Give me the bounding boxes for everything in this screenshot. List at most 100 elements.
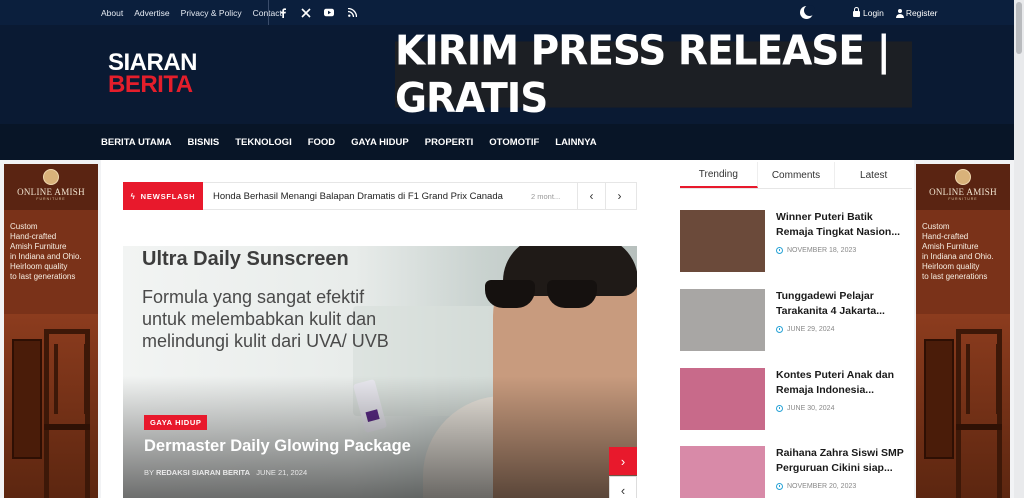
register-link[interactable]: Register bbox=[895, 7, 938, 18]
nav-item-gaya-hidup[interactable]: GAYA HIDUP bbox=[351, 137, 409, 148]
x-icon[interactable] bbox=[301, 7, 311, 18]
trending-thumbnail[interactable] bbox=[680, 289, 765, 351]
trending-title[interactable]: Winner Puteri Batik Remaja Tingkat Nasio… bbox=[776, 210, 912, 240]
nav-item-properti[interactable]: PROPERTI bbox=[425, 137, 474, 148]
tab-trending[interactable]: Trending bbox=[680, 162, 758, 188]
site-header: SIARAN BERITA KIRIM PRESS RELEASE | GRAT… bbox=[0, 25, 1014, 124]
ad-header: ONLINE AMISH FURNITURE bbox=[916, 164, 1010, 210]
advertise-link[interactable]: Advertise bbox=[134, 8, 169, 18]
ad-line: Hand-crafted bbox=[10, 232, 57, 241]
author-name[interactable]: REDAKSI SIARAN BERITA bbox=[156, 468, 250, 477]
right-side-ad[interactable]: ONLINE AMISH FURNITURE Custom Hand-craft… bbox=[916, 164, 1010, 498]
lock-icon bbox=[853, 7, 860, 17]
nav-item-teknologi[interactable]: TEKNOLOGI bbox=[235, 137, 291, 148]
newsflash-prev-button[interactable]: ‹ bbox=[577, 182, 605, 210]
hero-meta: BY REDAKSI SIARAN BERITA JUNE 21, 2024 bbox=[144, 468, 307, 477]
ad-brand-sub: FURNITURE bbox=[948, 197, 978, 201]
hero-image-text: Formula yang sangat efektif untuk melemb… bbox=[142, 287, 389, 351]
ad-line: Amish Furniture bbox=[922, 242, 979, 251]
trending-title[interactable]: Raihana Zahra Siswi SMP Perguruan Cikini… bbox=[776, 446, 912, 476]
ad-line: Custom bbox=[922, 222, 950, 231]
trending-item[interactable]: Winner Puteri Batik Remaja Tingkat Nasio… bbox=[680, 210, 912, 272]
slider-next-button[interactable]: › bbox=[609, 447, 637, 475]
trending-date: NOVEMBER 20, 2023 bbox=[776, 483, 856, 490]
trending-title[interactable]: Kontes Puteri Anak dan Remaja Indonesia.… bbox=[776, 368, 912, 398]
nav-item-food[interactable]: FOOD bbox=[308, 137, 335, 148]
youtube-icon[interactable] bbox=[324, 8, 334, 18]
ad-line: in Indiana and Ohio. bbox=[10, 252, 82, 261]
ad-brand: ONLINE AMISH bbox=[17, 187, 85, 197]
scrollbar-thumb[interactable] bbox=[1016, 2, 1022, 54]
privacy-policy-link[interactable]: Privacy & Policy bbox=[181, 8, 242, 18]
hero-image-heading: Ultra Daily Sunscreen bbox=[142, 248, 349, 270]
trending-thumbnail[interactable] bbox=[680, 210, 765, 272]
ad-line: Hand-crafted bbox=[922, 232, 969, 241]
newsflash-ticker: ϟ NEWSFLASH Honda Berhasil Menangi Balap… bbox=[123, 182, 637, 210]
ad-line: Amish Furniture bbox=[10, 242, 67, 251]
trending-thumbnail[interactable] bbox=[680, 446, 765, 498]
slider-prev-button[interactable]: ‹ bbox=[609, 476, 637, 498]
facebook-icon[interactable] bbox=[278, 7, 288, 18]
shelf-image bbox=[924, 339, 954, 459]
social-links bbox=[268, 0, 357, 25]
nav-item-lainnya[interactable]: LAINNYA bbox=[555, 137, 596, 148]
trending-date: JUNE 30, 2024 bbox=[776, 405, 834, 412]
lightning-icon: ϟ bbox=[130, 191, 136, 201]
nav-item-bisnis[interactable]: BISNIS bbox=[188, 137, 220, 148]
clock-icon bbox=[776, 483, 783, 490]
trending-thumbnail[interactable] bbox=[680, 368, 765, 430]
trending-date: JUNE 29, 2024 bbox=[776, 326, 834, 333]
register-label: Register bbox=[905, 7, 938, 18]
trending-date: NOVEMBER 18, 2023 bbox=[776, 247, 856, 254]
nav-item-berita-utama[interactable]: BERITA UTAMA bbox=[101, 137, 172, 148]
ad-header: ONLINE AMISH FURNITURE bbox=[4, 164, 98, 210]
sidebar-tabs: Trending Comments Latest bbox=[680, 162, 912, 189]
category-badge[interactable]: GAYA HIDUP bbox=[144, 415, 208, 430]
trending-title[interactable]: Tunggadewi Pelajar Tarakanita 4 Jakarta.… bbox=[776, 289, 912, 319]
shelf-image bbox=[12, 339, 42, 459]
ad-line: in Indiana and Ohio. bbox=[922, 252, 994, 261]
hero-title[interactable]: Dermaster Daily Glowing Package bbox=[144, 437, 411, 456]
top-right: Login Register bbox=[800, 0, 937, 25]
ad-line: to last generations bbox=[922, 272, 988, 281]
ad-line: Custom bbox=[10, 222, 38, 231]
ad-line: Heirloom quality bbox=[922, 262, 980, 271]
clock-icon bbox=[776, 405, 783, 412]
about-link[interactable]: About bbox=[101, 8, 123, 18]
login-link[interactable]: Login bbox=[853, 7, 884, 18]
trending-item[interactable]: Kontes Puteri Anak dan Remaja Indonesia.… bbox=[680, 368, 912, 430]
tab-latest[interactable]: Latest bbox=[835, 162, 912, 188]
post-date: JUNE 21, 2024 bbox=[256, 468, 308, 477]
nav-item-otomotif[interactable]: OTOMOTIF bbox=[489, 137, 539, 148]
sunglasses-image bbox=[485, 280, 615, 310]
ad-line: Heirloom quality bbox=[10, 262, 68, 271]
hero-slide[interactable]: Ultra Daily Sunscreen Formula yang sanga… bbox=[123, 246, 637, 498]
dark-mode-toggle-icon[interactable] bbox=[800, 5, 815, 19]
newsflash-next-button[interactable]: › bbox=[605, 182, 633, 210]
amish-emblem-icon bbox=[955, 169, 971, 185]
left-side-ad[interactable]: ONLINE AMISH FURNITURE Custom Hand-craft… bbox=[4, 164, 98, 498]
top-bar: About Advertise Privacy & Policy Contact… bbox=[0, 0, 1014, 25]
newsflash-headline[interactable]: Honda Berhasil Menangi Balapan Dramatis … bbox=[213, 191, 525, 202]
ad-copy: Custom Hand-crafted Amish Furniture in I… bbox=[10, 222, 82, 282]
top-links: About Advertise Privacy & Policy Contact bbox=[101, 0, 282, 25]
author-prefix: BY bbox=[144, 468, 154, 477]
tab-comments[interactable]: Comments bbox=[758, 162, 836, 188]
trending-item[interactable]: Tunggadewi Pelajar Tarakanita 4 Jakarta.… bbox=[680, 289, 912, 351]
newsflash-time: 2 mont... bbox=[531, 191, 561, 201]
ad-copy: Custom Hand-crafted Amish Furniture in I… bbox=[922, 222, 994, 282]
ad-line: to last generations bbox=[10, 272, 76, 281]
rss-icon[interactable] bbox=[347, 8, 357, 18]
clock-icon bbox=[776, 247, 783, 254]
chair-image bbox=[956, 329, 1002, 498]
site-logo[interactable]: SIARAN BERITA bbox=[108, 51, 198, 96]
page-scrollbar[interactable] bbox=[1014, 0, 1024, 498]
main-nav: BERITA UTAMA BISNIS TEKNOLOGI FOOD GAYA … bbox=[0, 124, 1014, 160]
press-release-banner[interactable]: KIRIM PRESS RELEASE | GRATIS bbox=[395, 27, 912, 122]
ad-brand-sub: FURNITURE bbox=[36, 197, 66, 201]
trending-item[interactable]: Raihana Zahra Siswi SMP Perguruan Cikini… bbox=[680, 446, 912, 498]
newsflash-label: NEWSFLASH bbox=[140, 191, 196, 201]
user-icon bbox=[895, 8, 904, 18]
newsflash-badge: ϟ NEWSFLASH bbox=[123, 182, 203, 210]
login-label: Login bbox=[863, 7, 884, 18]
